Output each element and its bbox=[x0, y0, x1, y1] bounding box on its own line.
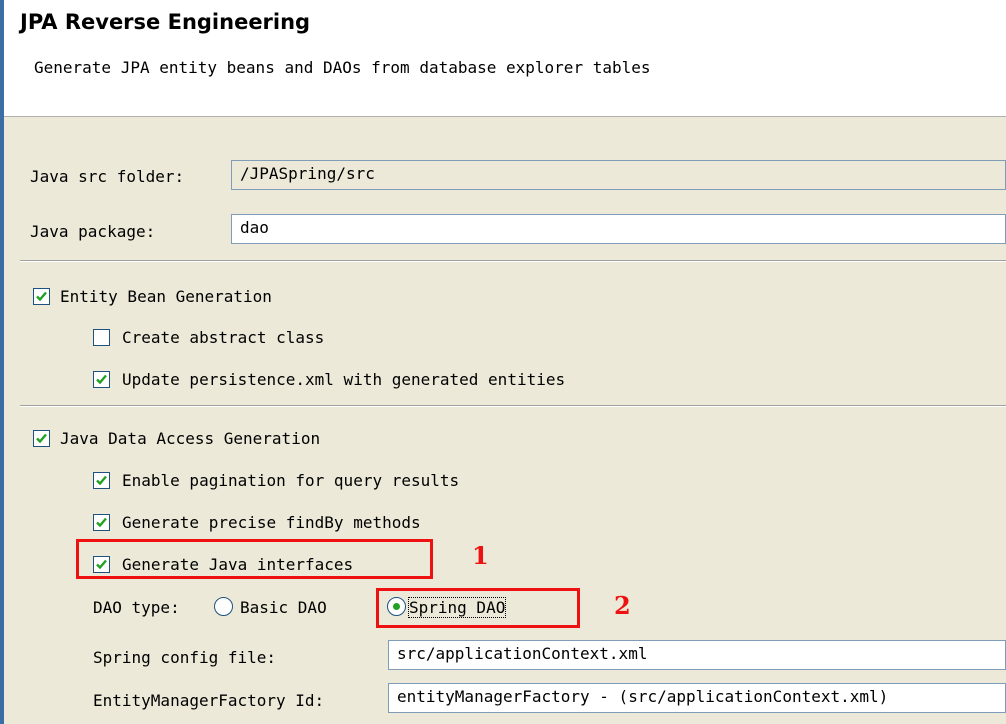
spring-config-field[interactable]: src/applicationContext.xml bbox=[388, 640, 1006, 670]
findby-label: Generate precise findBy methods bbox=[122, 513, 421, 532]
highlight-box-1 bbox=[76, 539, 433, 579]
pagination-checkbox[interactable] bbox=[93, 472, 110, 489]
basic-dao-label: Basic DAO bbox=[240, 598, 327, 617]
update-persistence-checkbox[interactable] bbox=[93, 371, 110, 388]
wizard-header: JPA Reverse Engineering Generate JPA ent… bbox=[4, 0, 1006, 117]
package-field[interactable]: dao bbox=[231, 214, 1006, 244]
abstract-class-checkbox[interactable] bbox=[93, 329, 110, 346]
emf-id-label: EntityManagerFactory Id: bbox=[93, 691, 325, 710]
src-folder-label: Java src folder: bbox=[30, 167, 185, 186]
emf-id-field[interactable]: entityManagerFactory - (src/applicationC… bbox=[388, 683, 1006, 713]
spring-config-label: Spring config file: bbox=[93, 648, 277, 667]
dao-generation-label: Java Data Access Generation bbox=[60, 429, 321, 448]
annotation-marker-1: 1 bbox=[472, 541, 489, 570]
separator bbox=[20, 260, 1006, 262]
dao-generation-checkbox[interactable] bbox=[33, 430, 50, 447]
highlight-box-2 bbox=[376, 588, 580, 628]
findby-checkbox[interactable] bbox=[93, 514, 110, 531]
update-persistence-label: Update persistence.xml with generated en… bbox=[122, 370, 566, 389]
entity-generation-checkbox[interactable] bbox=[33, 288, 50, 305]
separator bbox=[20, 405, 1006, 407]
package-label: Java package: bbox=[30, 222, 156, 241]
dao-type-label: DAO type: bbox=[93, 598, 180, 617]
abstract-class-label: Create abstract class bbox=[122, 328, 325, 347]
check-mark-icon bbox=[36, 291, 47, 302]
pagination-label: Enable pagination for query results bbox=[122, 471, 460, 490]
check-mark-icon bbox=[96, 517, 107, 528]
entity-generation-label: Entity Bean Generation bbox=[60, 287, 272, 306]
src-folder-field[interactable]: /JPASpring/src bbox=[231, 160, 1006, 190]
check-mark-icon bbox=[96, 475, 107, 486]
page-title: JPA Reverse Engineering bbox=[20, 10, 311, 34]
basic-dao-radio[interactable] bbox=[214, 597, 233, 616]
page-description: Generate JPA entity beans and DAOs from … bbox=[34, 58, 651, 77]
annotation-marker-2: 2 bbox=[614, 591, 631, 620]
check-mark-icon bbox=[96, 374, 107, 385]
check-mark-icon bbox=[36, 433, 47, 444]
